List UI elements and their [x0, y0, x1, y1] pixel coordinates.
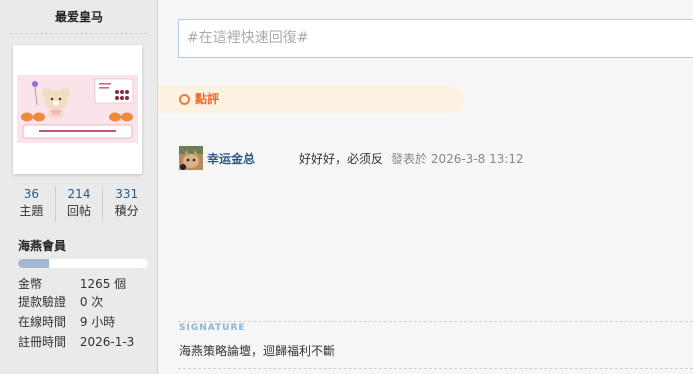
info-value: 9 小時: [79, 315, 116, 329]
avatar-illustration: [17, 75, 138, 143]
info-value: 0 次: [79, 295, 104, 309]
info-label: 註冊時間: [18, 335, 67, 349]
comment-timestamp: 發表於 2026-3-8 13:12: [391, 152, 524, 166]
stat-points-value[interactable]: 331: [103, 186, 150, 202]
author-sidebar: 最爱皇马 36 主題 214 回帖 331 積分 海燕會員 金幣 1265 個 …: [0, 0, 158, 374]
comment-section-header: 點評: [158, 85, 464, 113]
info-row-online-time: 在線時間 9 小時: [18, 313, 115, 331]
stat-replies-label: 回帖: [67, 204, 92, 218]
info-value: 1265 個: [79, 277, 127, 291]
author-stats: 36 主題 214 回帖 331 積分: [8, 186, 150, 222]
commenter-avatar[interactable]: [179, 146, 203, 170]
ring-icon: [179, 94, 190, 105]
signature-divider: [178, 321, 693, 322]
commenter-avatar-image: [179, 146, 203, 170]
stat-topics-label: 主題: [19, 204, 44, 218]
author-avatar[interactable]: [13, 45, 142, 174]
signature-text: 海燕策略論壇，迴歸福利不斷: [179, 344, 336, 358]
signature-label: SIGNATURE: [179, 323, 246, 333]
comment-section-title: 點評: [195, 92, 220, 106]
user-group[interactable]: 海燕會員: [18, 237, 66, 254]
stat-points[interactable]: 331 積分: [103, 186, 150, 222]
commenter-username[interactable]: 幸运金总: [207, 150, 255, 167]
info-row-withdraw-verify: 提款驗證 0 次: [18, 293, 103, 311]
bottom-divider: [178, 368, 693, 369]
level-progress-fill: [18, 259, 50, 268]
stat-replies-value[interactable]: 214: [56, 186, 103, 202]
stat-replies[interactable]: 214 回帖: [56, 186, 104, 222]
info-label: 金幣: [18, 277, 43, 291]
info-row-register-date: 註冊時間 2026-1-3: [18, 333, 134, 351]
info-row-coins: 金幣 1265 個: [18, 275, 126, 293]
level-progress-bar: [18, 259, 148, 268]
author-username[interactable]: 最爱皇马: [0, 8, 158, 25]
info-label: 在線時間: [18, 315, 67, 329]
stat-points-label: 積分: [114, 204, 139, 218]
username-divider: [10, 33, 148, 34]
stat-topics-value[interactable]: 36: [8, 186, 55, 202]
quick-reply-input[interactable]: #在這裡快速回復#: [178, 19, 693, 58]
info-label: 提款驗證: [18, 295, 67, 309]
info-value: 2026-1-3: [79, 335, 135, 349]
comment-text: 好好好，必须反: [299, 152, 384, 166]
stat-topics[interactable]: 36 主題: [8, 186, 56, 222]
